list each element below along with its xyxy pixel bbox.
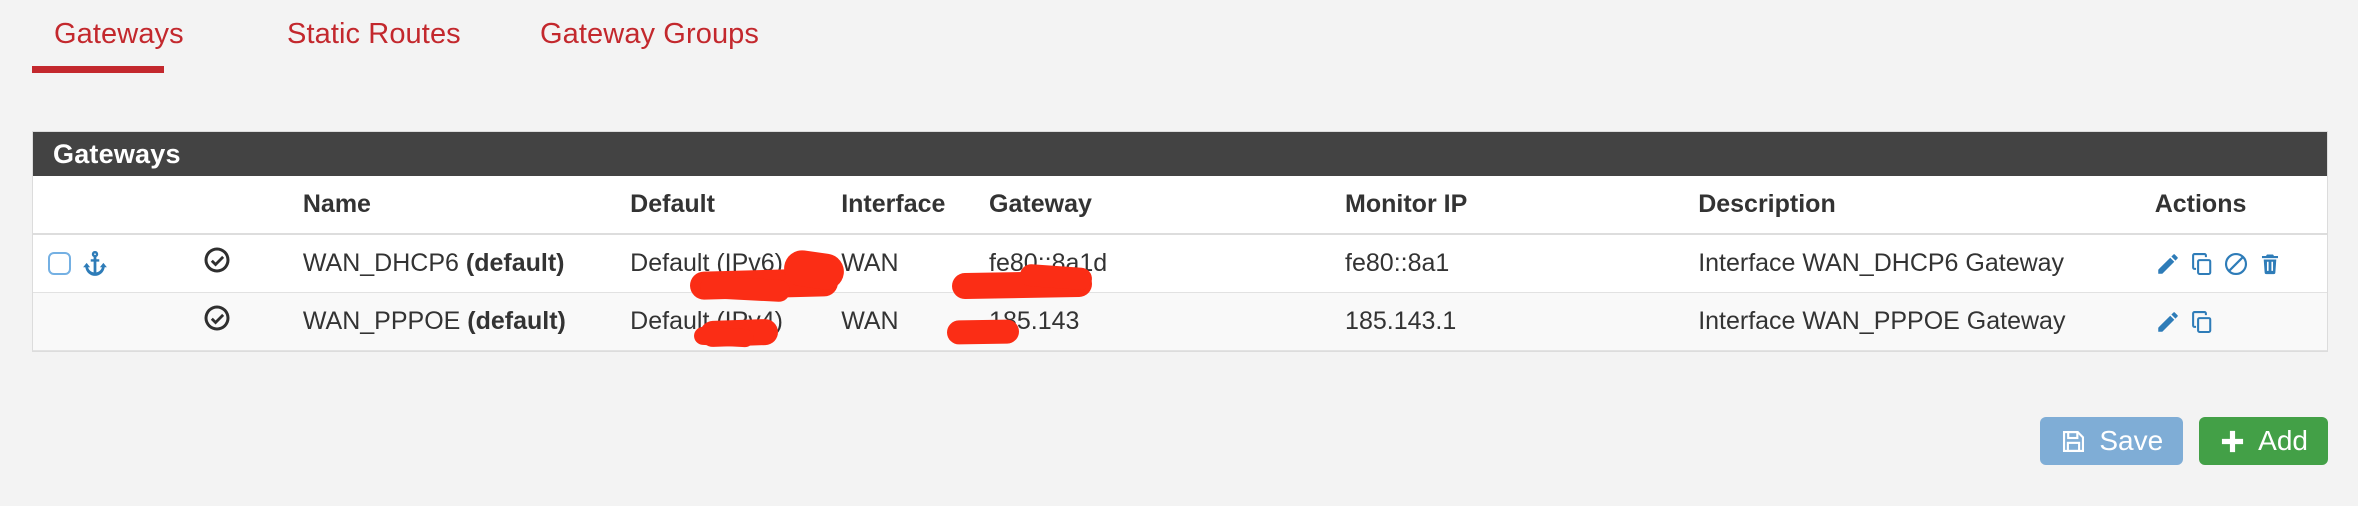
check-circle-icon <box>202 303 232 333</box>
save-button-label: Save <box>2099 425 2164 456</box>
panel-heading: Gateways <box>33 132 2327 176</box>
row-checkbox[interactable] <box>48 252 71 275</box>
button-bar: Save Add <box>2040 417 2328 465</box>
monitor-ip-address: 185.143.1 <box>1345 307 1457 335</box>
row-interface-cell: WAN <box>841 234 990 293</box>
col-header-description: Description <box>1698 176 2155 235</box>
table-header-row: Name Default Interface Gateway Monitor I… <box>33 176 2327 235</box>
gateways-panel: Gateways Name Default Interface Gateway … <box>32 131 2328 352</box>
row-actions-cell <box>2154 234 2327 293</box>
col-header-interface: Interface <box>841 176 990 235</box>
tab-static-routes[interactable]: Static Routes <box>285 14 463 55</box>
row-gateway-cell: fe80::8a1d <box>989 234 1346 293</box>
row-default-cell: Default (IPv6) <box>630 234 842 293</box>
gateway-address: fe80::8a1d <box>989 249 1108 277</box>
plus-icon <box>2219 428 2246 455</box>
gateway-name: WAN_PPPOE <box>302 307 461 335</box>
gateways-table: Name Default Interface Gateway Monitor I… <box>33 176 2327 351</box>
add-button-label: Add <box>2258 425 2308 456</box>
row-state-cell <box>202 292 303 351</box>
tab-bar: Gateways Static Routes Gateway Groups <box>0 0 2358 86</box>
edit-icon[interactable] <box>2155 309 2181 335</box>
tab-gateways[interactable]: Gateways <box>52 14 186 55</box>
row-description-cell: Interface WAN_PPPOE Gateway <box>1698 292 2155 351</box>
row-gateway-cell: 185.143 <box>989 292 1346 351</box>
col-header-select <box>33 176 203 235</box>
row-select-cell <box>33 292 203 351</box>
row-select-cell <box>33 234 203 293</box>
copy-icon[interactable] <box>2189 309 2215 335</box>
active-tab-underline <box>32 66 164 73</box>
delete-icon[interactable] <box>2257 251 2283 277</box>
row-interface-cell: WAN <box>841 292 990 351</box>
anchor-icon[interactable] <box>80 249 110 279</box>
col-header-state <box>202 176 303 235</box>
row-description-cell: Interface WAN_DHCP6 Gateway <box>1698 234 2155 293</box>
edit-icon[interactable] <box>2155 251 2181 277</box>
col-header-actions: Actions <box>2154 176 2327 235</box>
col-header-name: Name <box>302 176 631 235</box>
gateway-default-marker: (default) <box>467 307 566 335</box>
save-button[interactable]: Save <box>2040 417 2184 465</box>
table-row[interactable]: WAN_DHCP6 (default) Default (IPv6) WAN f… <box>33 234 2327 293</box>
col-header-gateway: Gateway <box>989 176 1346 235</box>
floppy-save-icon <box>2060 428 2087 455</box>
gateway-address: 185.143 <box>989 307 1080 335</box>
row-monitor-ip-cell: 185.143.1 <box>1345 292 1699 351</box>
col-header-default: Default <box>630 176 842 235</box>
panel-title: Gateways <box>53 138 181 169</box>
row-default-cell: Default (IPv4) <box>630 292 842 351</box>
row-actions-cell <box>2154 292 2327 351</box>
gateway-default-marker: (default) <box>465 249 565 277</box>
disable-icon[interactable] <box>2223 251 2249 277</box>
add-button[interactable]: Add <box>2199 417 2328 465</box>
row-state-cell <box>202 234 303 293</box>
tab-gateway-groups[interactable]: Gateway Groups <box>538 14 761 55</box>
col-header-monitor-ip: Monitor IP <box>1345 176 1699 235</box>
monitor-ip-address: fe80::8a1 <box>1345 249 1450 277</box>
row-monitor-ip-cell: fe80::8a1 <box>1345 234 1699 293</box>
table-row[interactable]: WAN_PPPOE (default) Default (IPv4) WAN 1… <box>33 292 2327 351</box>
row-name-cell: WAN_PPPOE (default) <box>302 292 631 351</box>
copy-icon[interactable] <box>2189 251 2215 277</box>
gateway-name: WAN_DHCP6 <box>302 249 459 277</box>
row-name-cell: WAN_DHCP6 (default) <box>302 234 631 293</box>
check-circle-icon <box>202 245 232 275</box>
